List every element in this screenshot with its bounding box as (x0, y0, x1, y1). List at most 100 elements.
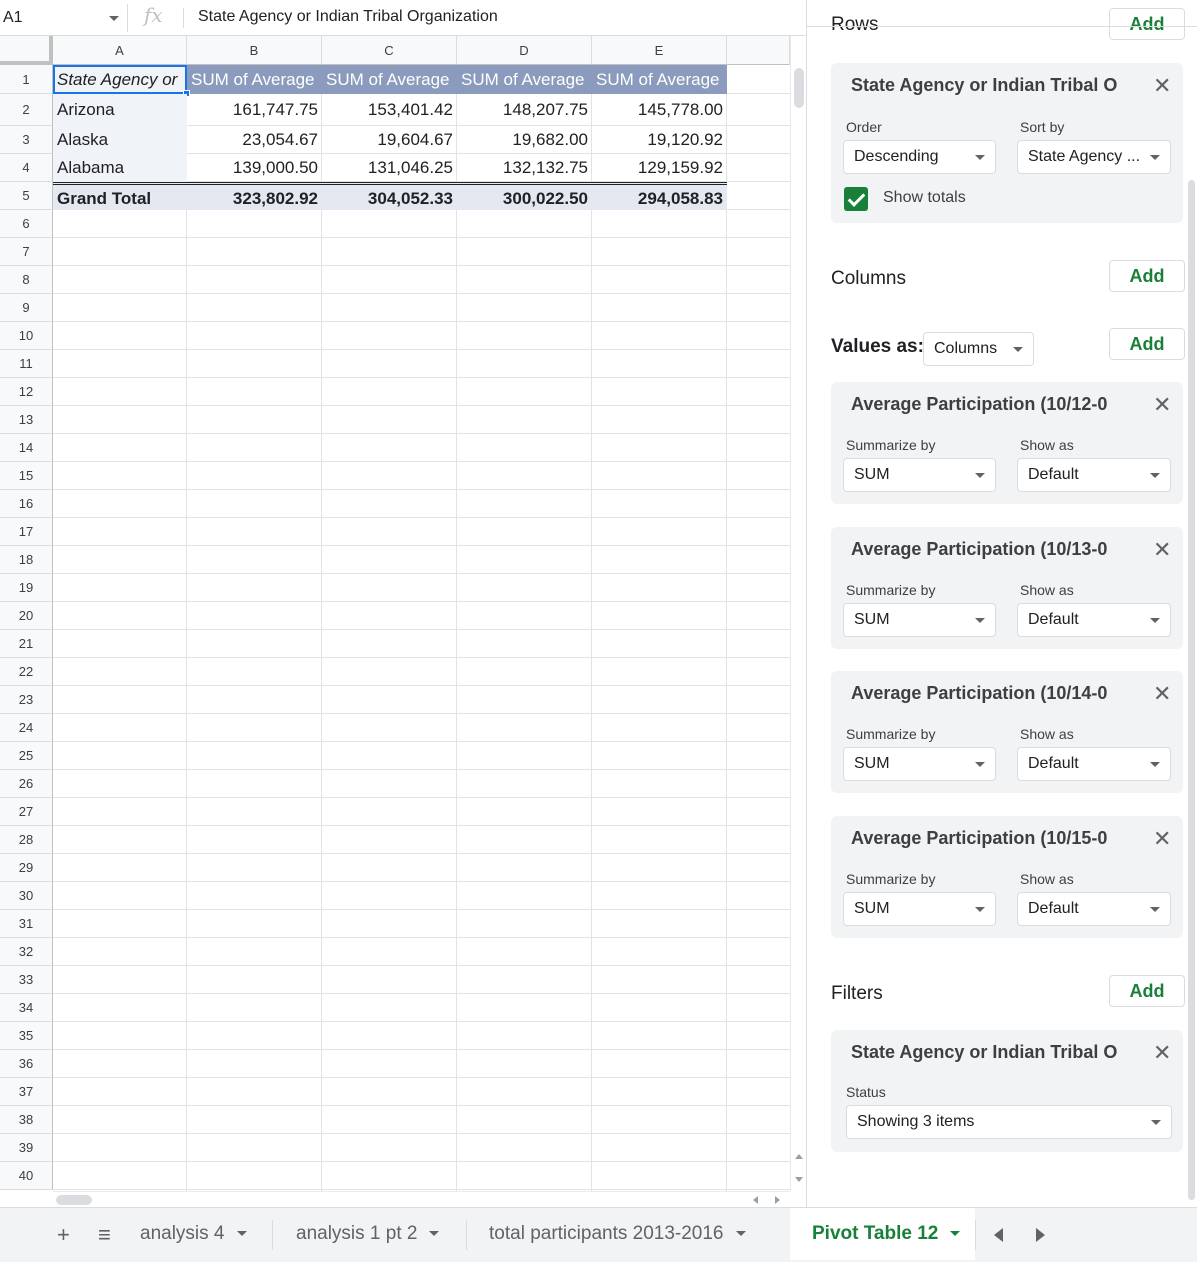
row-header[interactable]: 22 (0, 658, 53, 686)
row-header[interactable]: 40 (0, 1162, 53, 1190)
tab-menu-caret-icon[interactable] (429, 1231, 440, 1237)
pivot-value-cell[interactable]: 23,054.67 (187, 126, 322, 154)
close-icon[interactable]: ✕ (1153, 75, 1171, 97)
pivot-value-cell[interactable]: 19,682.00 (457, 126, 592, 154)
row-header[interactable]: 25 (0, 742, 53, 770)
row-header[interactable]: 26 (0, 770, 53, 798)
values-as-select[interactable]: Columns (923, 332, 1034, 366)
horizontal-scrollbar[interactable] (53, 1191, 790, 1207)
pivot-value-header-cell[interactable]: SUM of Average (322, 65, 457, 94)
status-select[interactable]: Showing 3 items (846, 1105, 1172, 1139)
pivot-row-header-cell[interactable]: State Agency or (53, 65, 187, 94)
scroll-right-icon[interactable] (775, 1196, 780, 1204)
row-header[interactable]: 32 (0, 938, 53, 966)
column-header[interactable]: A (53, 36, 187, 65)
scroll-down-icon[interactable] (795, 1177, 803, 1182)
checkbox-checked-icon[interactable] (844, 187, 868, 211)
pivot-value-header-cell[interactable]: SUM of Average (457, 65, 592, 94)
pivot-value-cell[interactable]: 129,159.92 (592, 154, 727, 182)
row-header[interactable]: 9 (0, 294, 53, 322)
grand-total-value-cell[interactable]: 304,052.33 (322, 182, 457, 210)
pivot-value-cell[interactable]: 19,120.92 (592, 126, 727, 154)
row-header[interactable]: 3 (0, 126, 53, 154)
tab-next-icon[interactable] (1036, 1228, 1045, 1242)
summarize-select[interactable]: SUM (843, 892, 996, 926)
pivot-row-label-cell[interactable]: Alaska (53, 126, 187, 154)
row-header[interactable]: 24 (0, 714, 53, 742)
row-header[interactable]: 23 (0, 686, 53, 714)
close-icon[interactable]: ✕ (1153, 828, 1171, 850)
add-column-button[interactable]: Add (1109, 260, 1185, 292)
row-header[interactable]: 39 (0, 1134, 53, 1162)
row-header[interactable]: 15 (0, 462, 53, 490)
row-header[interactable]: 33 (0, 966, 53, 994)
close-icon[interactable]: ✕ (1153, 683, 1171, 705)
grand-total-label-cell[interactable]: Grand Total (53, 182, 187, 210)
pivot-value-cell[interactable]: 131,046.25 (322, 154, 457, 182)
sheet-grid[interactable]: A B C D E 1 2 3 4 5 6 7 8 9 10 11 12 13 14 15 16 17 18 19 20 21 22… (0, 36, 790, 1191)
row-header[interactable]: 20 (0, 602, 53, 630)
pivot-value-header-cell[interactable]: SUM of Average (187, 65, 322, 94)
row-header[interactable]: 28 (0, 826, 53, 854)
row-header[interactable]: 1 (0, 65, 53, 94)
row-header[interactable]: 38 (0, 1106, 53, 1134)
row-header[interactable]: 14 (0, 434, 53, 462)
name-box-caret-icon[interactable] (109, 16, 119, 21)
row-header[interactable]: 35 (0, 1022, 53, 1050)
tab-menu-caret-icon[interactable] (236, 1231, 247, 1237)
grand-total-value-cell[interactable]: 300,022.50 (457, 182, 592, 210)
panel-scrollbar[interactable] (1188, 180, 1195, 1200)
scroll-up-icon[interactable] (795, 1154, 803, 1159)
summarize-select[interactable]: SUM (843, 747, 996, 781)
order-select[interactable]: Descending (843, 140, 996, 174)
pivot-row-label-cell[interactable]: Arizona (53, 94, 187, 126)
add-row-button-clipped[interactable]: Add (1109, 8, 1185, 26)
close-icon[interactable]: ✕ (1153, 539, 1171, 561)
tab-menu-caret-icon[interactable] (950, 1231, 961, 1237)
row-header[interactable]: 12 (0, 378, 53, 406)
row-header[interactable]: 8 (0, 266, 53, 294)
row-header[interactable]: 4 (0, 154, 53, 182)
row-header[interactable]: 29 (0, 854, 53, 882)
row-header[interactable]: 2 (0, 94, 53, 126)
showas-select[interactable]: Default (1017, 747, 1171, 781)
row-header[interactable]: 16 (0, 490, 53, 518)
row-header[interactable]: 6 (0, 210, 53, 238)
pivot-row-label-cell[interactable]: Alabama (53, 154, 187, 182)
row-header[interactable]: 31 (0, 910, 53, 938)
close-icon[interactable]: ✕ (1153, 1042, 1171, 1064)
row-header[interactable]: 17 (0, 518, 53, 546)
pivot-value-cell[interactable]: 139,000.50 (187, 154, 322, 182)
row-header[interactable]: 34 (0, 994, 53, 1022)
summarize-select[interactable]: SUM (843, 603, 996, 637)
showas-select[interactable]: Default (1017, 458, 1171, 492)
pivot-value-cell[interactable]: 148,207.75 (457, 94, 592, 126)
summarize-select[interactable]: SUM (843, 458, 996, 492)
column-header[interactable]: C (322, 36, 457, 65)
column-header[interactable]: B (187, 36, 322, 65)
showas-select[interactable]: Default (1017, 892, 1171, 926)
row-header[interactable]: 7 (0, 238, 53, 266)
add-filter-button[interactable]: Add (1109, 975, 1185, 1007)
pivot-value-cell[interactable]: 161,747.75 (187, 94, 322, 126)
row-header[interactable]: 5 (0, 182, 53, 210)
tab-menu-caret-icon[interactable] (735, 1231, 746, 1237)
row-header[interactable]: 10 (0, 322, 53, 350)
showas-select[interactable]: Default (1017, 603, 1171, 637)
pivot-value-header-cell[interactable]: SUM of Average (592, 65, 727, 94)
scroll-left-icon[interactable] (753, 1196, 758, 1204)
add-sheet-icon[interactable]: + (57, 1222, 70, 1248)
row-header[interactable]: 37 (0, 1078, 53, 1106)
horizontal-scroll-thumb[interactable] (56, 1195, 92, 1205)
pivot-value-cell[interactable]: 145,778.00 (592, 94, 727, 126)
row-header[interactable]: 21 (0, 630, 53, 658)
tab-prev-icon[interactable] (994, 1228, 1003, 1242)
vertical-scroll-thumb[interactable] (794, 68, 804, 108)
sortby-select[interactable]: State Agency ... (1017, 140, 1171, 174)
tab-total-participants[interactable]: total participants 2013-2016 (489, 1208, 789, 1260)
column-header-empty[interactable] (727, 36, 790, 65)
name-box[interactable]: A1 (0, 4, 128, 32)
formula-input[interactable]: State Agency or Indian Tribal Organizati… (198, 8, 498, 26)
tab-analysis-1-pt-2[interactable]: analysis 1 pt 2 (296, 1208, 466, 1260)
close-icon[interactable]: ✕ (1153, 394, 1171, 416)
